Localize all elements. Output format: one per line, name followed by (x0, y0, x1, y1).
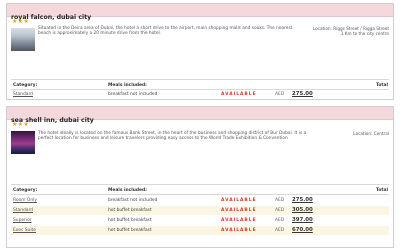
hotel-photo[interactable] (11, 28, 35, 51)
availability-status: AVAILABLE (221, 198, 257, 203)
hotel-description: Situated in the Deira area of Dubai, the… (38, 26, 293, 37)
room-category-link[interactable]: Standard (13, 208, 33, 213)
col-category: Category: (13, 188, 38, 193)
price-link[interactable]: 670.00 (292, 227, 313, 233)
availability-status: AVAILABLE (221, 208, 257, 213)
availability-status: AVAILABLE (221, 92, 257, 97)
room-category-link[interactable]: Exec Suite (13, 228, 36, 233)
table-row: Room Only breakfast not included AVAILAB… (11, 196, 389, 205)
hotel-location: Location: Central (309, 131, 389, 136)
col-total: Total (376, 188, 388, 193)
col-meals: Meals included: (108, 83, 147, 88)
hotel-header: sea shell inn, dubai city (7, 107, 393, 124)
currency-label: AED (275, 198, 285, 203)
price-link[interactable]: 305.00 (292, 207, 313, 213)
meals-value: hot buffet breakfast (108, 228, 152, 233)
hotel-header: royal falcon, dubai city (7, 4, 393, 21)
meals-value: breakfast not included (108, 198, 158, 203)
room-category-link[interactable]: Superior (13, 218, 32, 223)
divider (11, 194, 389, 195)
room-category-link[interactable]: Room Only (13, 198, 37, 203)
availability-status: AVAILABLE (221, 228, 257, 233)
meals-value: breakfast not included (108, 92, 158, 97)
currency-label: AED (275, 228, 285, 233)
divider (11, 79, 389, 80)
room-category-link[interactable]: Standard (13, 92, 33, 97)
divider (11, 184, 389, 185)
hotel-location: Location: Riggs Street / Rigga Street 1 … (309, 26, 389, 37)
table-row: Standard hot buffet breakfast AVAILABLE … (11, 206, 389, 215)
price-link[interactable]: 397.00 (292, 217, 313, 223)
meals-value: hot buffet breakfast (108, 218, 152, 223)
price-link[interactable]: 275.00 (292, 197, 313, 203)
table-row: Superior hot buffet breakfast AVAILABLE … (11, 216, 389, 225)
table-row: Exec Suite hot buffet breakfast AVAILABL… (11, 226, 389, 235)
col-total: Total (376, 83, 388, 88)
meals-value: hot buffet breakfast (108, 208, 152, 213)
table-row: Standard breakfast not included AVAILABL… (11, 90, 389, 99)
col-category: Category: (13, 83, 38, 88)
availability-status: AVAILABLE (221, 218, 257, 223)
currency-label: AED (275, 218, 285, 223)
currency-label: AED (275, 208, 285, 213)
currency-label: AED (275, 92, 285, 97)
location-distance: 1 Km to the city centre (340, 31, 389, 37)
price-link[interactable]: 275.00 (292, 91, 313, 97)
hotel-description: The hotel ideally is located on the famo… (38, 131, 307, 142)
hotel-card-royal-falcon: royal falcon, dubai city ★★★ Situated in… (6, 3, 394, 100)
col-meals: Meals included: (108, 188, 147, 193)
hotel-card-sea-shell-inn: sea shell inn, dubai city ★★★ The hotel … (6, 106, 394, 248)
star-rating: ★★★ (12, 121, 30, 128)
star-rating: ★★★ (12, 18, 30, 25)
location-line: Location: Central (353, 131, 389, 136)
hotel-photo[interactable] (11, 131, 35, 154)
